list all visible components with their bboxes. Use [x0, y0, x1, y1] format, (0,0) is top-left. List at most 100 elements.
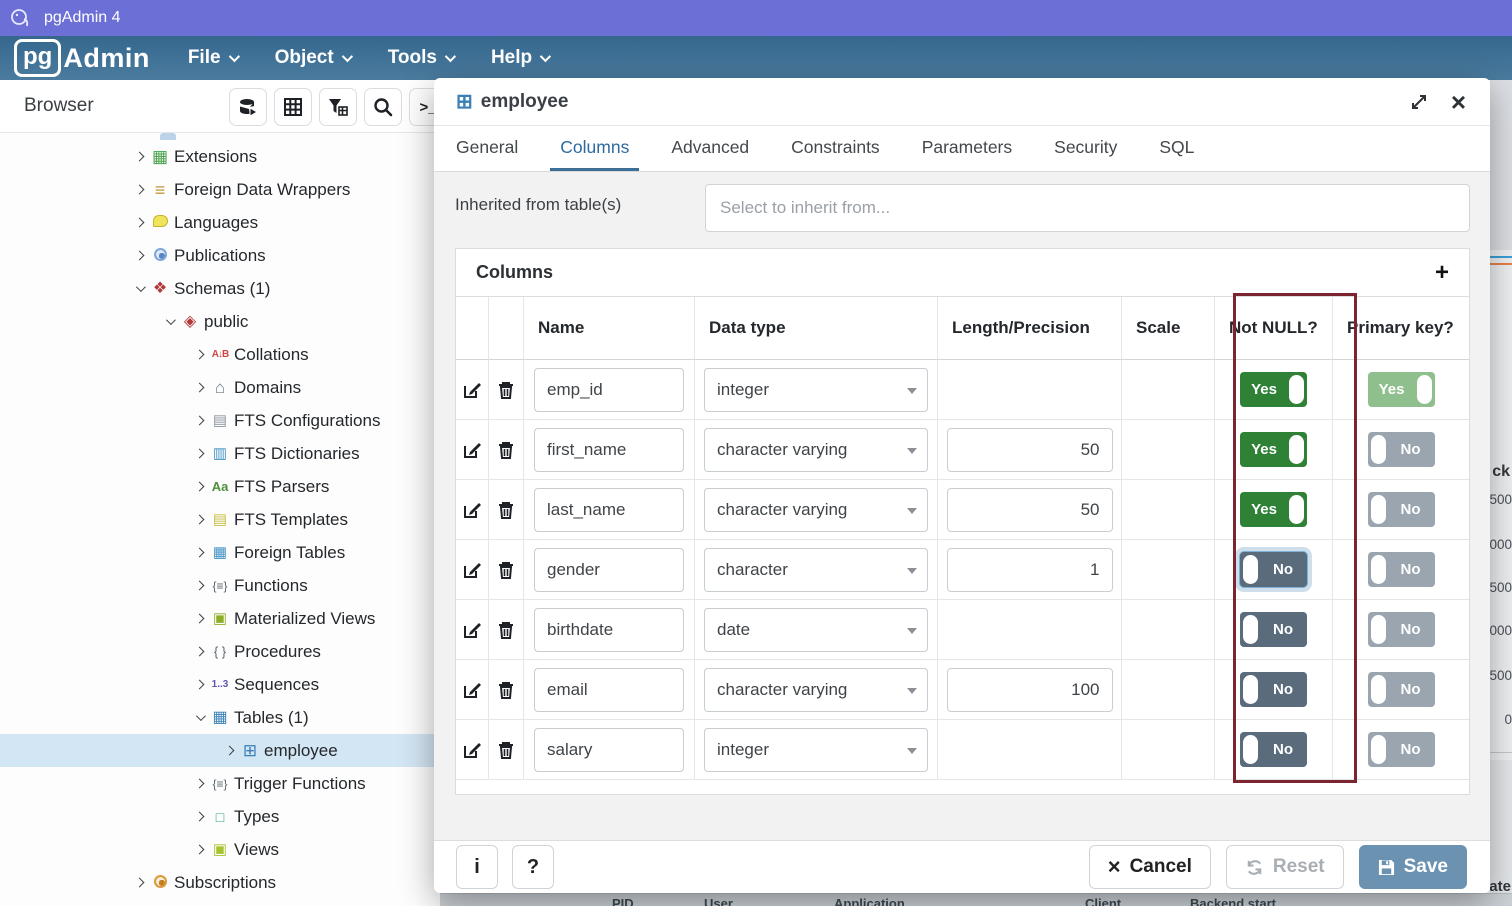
- menu-help[interactable]: Help: [491, 47, 548, 69]
- chevron-right-icon[interactable]: [190, 681, 208, 688]
- tree-item-trigger-functions[interactable]: {≡} Trigger Functions: [0, 767, 440, 800]
- data-type-select[interactable]: character varying: [704, 488, 928, 532]
- tab-columns[interactable]: Columns: [550, 126, 639, 171]
- tree-item-views[interactable]: ▣ Views: [0, 833, 440, 866]
- tab-sql[interactable]: SQL: [1149, 126, 1204, 171]
- not-null-toggle[interactable]: No: [1240, 732, 1307, 767]
- primary-key-toggle[interactable]: No: [1368, 552, 1435, 587]
- tree-item-domains[interactable]: ⌂ Domains: [0, 371, 440, 404]
- data-type-select[interactable]: date: [704, 608, 928, 652]
- column-name-input[interactable]: email: [534, 668, 684, 712]
- data-type-select[interactable]: character varying: [704, 428, 928, 472]
- chevron-right-icon[interactable]: [130, 153, 148, 160]
- chevron-right-icon[interactable]: [190, 780, 208, 787]
- primary-key-toggle[interactable]: No: [1368, 612, 1435, 647]
- delete-row-button[interactable]: [489, 600, 524, 660]
- tab-advanced[interactable]: Advanced: [661, 126, 759, 171]
- chevron-right-icon[interactable]: [190, 417, 208, 424]
- chevron-right-icon[interactable]: [190, 450, 208, 457]
- tree-item-sequences[interactable]: 1..3 Sequences: [0, 668, 440, 701]
- tab-security[interactable]: Security: [1044, 126, 1127, 171]
- save-button[interactable]: Save: [1359, 845, 1467, 889]
- menu-object[interactable]: Object: [275, 47, 350, 69]
- chevron-right-icon[interactable]: [130, 879, 148, 886]
- tree-item-types[interactable]: □ Types: [0, 800, 440, 833]
- chevron-right-icon[interactable]: [190, 648, 208, 655]
- tree-item-functions[interactable]: {≡} Functions: [0, 569, 440, 602]
- tab-general[interactable]: General: [446, 126, 528, 171]
- tree-item-fts-configurations[interactable]: ▤ FTS Configurations: [0, 404, 440, 437]
- edit-row-button[interactable]: [456, 600, 489, 660]
- chevron-down-icon[interactable]: [160, 318, 178, 325]
- length-input[interactable]: 50: [947, 428, 1113, 472]
- not-null-toggle[interactable]: Yes: [1240, 492, 1307, 527]
- not-null-toggle[interactable]: No: [1240, 612, 1307, 647]
- length-input[interactable]: 50: [947, 488, 1113, 532]
- length-input[interactable]: 100: [947, 668, 1113, 712]
- tree-item-schema-public[interactable]: ◈ public: [0, 305, 440, 338]
- tree-item-foreign-data-wrappers[interactable]: ≡ Foreign Data Wrappers: [0, 173, 440, 206]
- menu-file[interactable]: File: [188, 47, 237, 69]
- help-button[interactable]: ?: [512, 845, 554, 889]
- delete-row-button[interactable]: [489, 420, 524, 480]
- primary-key-toggle[interactable]: No: [1368, 492, 1435, 527]
- edit-row-button[interactable]: [456, 720, 489, 780]
- not-null-toggle[interactable]: Yes: [1240, 372, 1307, 407]
- chevron-right-icon[interactable]: [190, 813, 208, 820]
- chevron-right-icon[interactable]: [190, 516, 208, 523]
- chevron-right-icon[interactable]: [190, 615, 208, 622]
- sql-info-button[interactable]: i: [456, 845, 498, 889]
- tree-item-foreign-tables[interactable]: ▦ Foreign Tables: [0, 536, 440, 569]
- column-name-input[interactable]: gender: [534, 548, 684, 592]
- chevron-down-icon[interactable]: [130, 285, 148, 292]
- delete-row-button[interactable]: [489, 660, 524, 720]
- chevron-right-icon[interactable]: [130, 186, 148, 193]
- tree-item-table-employee[interactable]: ⊞ employee: [0, 734, 440, 767]
- data-type-select[interactable]: integer: [704, 728, 928, 772]
- edit-row-button[interactable]: [456, 660, 489, 720]
- not-null-toggle[interactable]: Yes: [1240, 432, 1307, 467]
- tree-item-publications[interactable]: Publications: [0, 239, 440, 272]
- delete-row-button[interactable]: [489, 360, 524, 420]
- maximize-icon[interactable]: [1409, 92, 1429, 112]
- tab-constraints[interactable]: Constraints: [781, 126, 890, 171]
- chevron-right-icon[interactable]: [190, 351, 208, 358]
- inherited-from-input[interactable]: [705, 184, 1470, 232]
- edit-row-button[interactable]: [456, 360, 489, 420]
- chevron-right-icon[interactable]: [220, 747, 238, 754]
- edit-row-button[interactable]: [456, 420, 489, 480]
- primary-key-toggle[interactable]: No: [1368, 432, 1435, 467]
- not-null-toggle[interactable]: No: [1240, 672, 1307, 707]
- data-type-select[interactable]: character varying: [704, 668, 928, 712]
- edit-row-button[interactable]: [456, 540, 489, 600]
- edit-row-button[interactable]: [456, 480, 489, 540]
- chevron-right-icon[interactable]: [190, 846, 208, 853]
- tree-item-languages[interactable]: Languages: [0, 206, 440, 239]
- chevron-down-icon[interactable]: [190, 714, 208, 721]
- tree-item-schemas[interactable]: ❖ Schemas (1): [0, 272, 440, 305]
- tree-item-collations[interactable]: A↓B Collations: [0, 338, 440, 371]
- chevron-right-icon[interactable]: [190, 582, 208, 589]
- cancel-button[interactable]: × Cancel: [1089, 845, 1211, 889]
- chevron-right-icon[interactable]: [190, 483, 208, 490]
- delete-row-button[interactable]: [489, 540, 524, 600]
- tree-item-fts-templates[interactable]: ▤ FTS Templates: [0, 503, 440, 536]
- not-null-toggle[interactable]: No: [1240, 552, 1307, 587]
- primary-key-toggle[interactable]: Yes: [1368, 372, 1435, 407]
- tab-parameters[interactable]: Parameters: [912, 126, 1022, 171]
- add-column-button[interactable]: +: [1435, 261, 1449, 285]
- tree-item-fts-dictionaries[interactable]: ▥ FTS Dictionaries: [0, 437, 440, 470]
- query-tool-button[interactable]: [274, 88, 312, 126]
- delete-row-button[interactable]: [489, 480, 524, 540]
- primary-key-toggle[interactable]: No: [1368, 672, 1435, 707]
- column-name-input[interactable]: first_name: [534, 428, 684, 472]
- menu-tools[interactable]: Tools: [388, 47, 453, 69]
- tree-item-fts-parsers[interactable]: Aa FTS Parsers: [0, 470, 440, 503]
- chevron-right-icon[interactable]: [190, 549, 208, 556]
- tree-item-procedures[interactable]: { } Procedures: [0, 635, 440, 668]
- tree-item-materialized-views[interactable]: ▣ Materialized Views: [0, 602, 440, 635]
- delete-row-button[interactable]: [489, 720, 524, 780]
- search-button[interactable]: [364, 88, 402, 126]
- view-data-button[interactable]: [229, 88, 267, 126]
- tree-item-subscriptions[interactable]: Subscriptions: [0, 866, 440, 899]
